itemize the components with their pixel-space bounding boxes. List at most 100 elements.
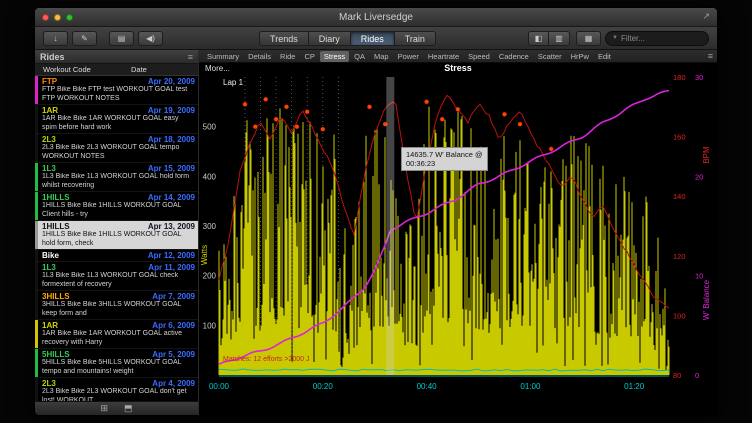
tab-power[interactable]: Power [394,51,423,62]
workout-code-label: FTP [42,77,57,86]
workout-code-label: 1AR [42,321,58,330]
ride-list-item[interactable]: 1L3 Apr 11, 2009 1L3 Bike Bike 1L3 WORKO… [35,262,198,291]
ride-list-item[interactable]: 1L3 Apr 15, 2009 1L3 Bike Bike 1L3 WORKO… [35,163,198,192]
ride-list-item[interactable]: 1HILLS Apr 14, 2009 1HILLS Bike Bike 1HI… [35,192,198,221]
tab-ride[interactable]: Ride [276,51,299,62]
workout-code-label: 2L3 [42,135,56,144]
filter-field[interactable]: ▼ Filter... [605,31,709,46]
ride-date-label: Apr 11, 2009 [148,263,195,272]
sidebar-title: Rides [40,52,65,62]
ride-list[interactable]: FTP Apr 20, 2009 FTP Bike Bike FTP test … [35,76,198,401]
chart-tab-bar: SummaryDetailsRideCPStressQAMapPowerHear… [199,50,717,63]
view-tab-rides[interactable]: Rides [351,31,395,46]
traffic-lights [42,14,73,21]
toolbar: ↓ ✎ ▤ ◀) TrendsDiaryRidesTrain ◧ ▥ ▦ ▼ F… [35,27,717,50]
folder-icon[interactable]: ⬒ [124,403,133,414]
tab-speed[interactable]: Speed [464,51,494,62]
fullscreen-icon[interactable]: ↗ [702,11,710,22]
window-title: Mark Liversedge [35,12,717,23]
grid-icon: ▦ [585,34,593,43]
tab-heartrate[interactable]: Heartrate [424,51,463,62]
grid-view-icon[interactable]: ⊞ [100,403,108,414]
svg-text:W' Balance: W' Balance [702,279,711,320]
stress-chart[interactable]: 1002003004005008010012014016018001020300… [199,75,718,415]
tab-hrpw[interactable]: HrPw [567,51,593,62]
ride-list-item[interactable]: FTP Apr 20, 2009 FTP Bike Bike FTP test … [35,76,198,105]
workout-code-label: 3HILLS [42,292,70,301]
app-window: Mark Liversedge ↗ ↓ ✎ ▤ ◀) TrendsDiaryRi… [34,7,718,416]
ride-description: 1HILLS Bike Bike 1HILLS WORKOUT GOAL Cli… [42,202,195,219]
sidebar-toggle-button[interactable]: ▤ [109,31,134,46]
ride-date-label: Apr 7, 2009 [152,292,195,301]
layout-single-button[interactable]: ◧ [528,31,549,46]
ride-list-item[interactable]: Bike Apr 12, 2009 [35,250,198,262]
ride-date-label: Apr 6, 2009 [152,321,195,330]
svg-text:400: 400 [203,172,217,181]
svg-text:BPM: BPM [702,146,711,164]
svg-text:01:00: 01:00 [520,382,541,391]
svg-text:0: 0 [695,371,699,380]
close-button[interactable] [42,14,49,21]
tooltip-line2: 00:36:23 [406,159,483,168]
ride-description: 1AR Bike Bike 1AR WORKOUT GOAL easy spim… [42,115,195,132]
ride-list-item[interactable]: 1HILLS Apr 13, 2009 1HILLS Bike Bike 1HI… [35,221,198,250]
sidebar-icon: ▤ [118,34,126,43]
ride-list-item[interactable]: 3HILLS Apr 7, 2009 3HILLS Bike Bike 3HIL… [35,291,198,320]
tab-cadence[interactable]: Cadence [495,51,533,62]
tooltip-line1: 14635.7 W' Balance @ [406,150,483,159]
zoom-button[interactable] [66,14,73,21]
tab-scatter[interactable]: Scatter [534,51,566,62]
compose-button[interactable]: ✎ [72,31,97,46]
wbal-tooltip: 14635.7 W' Balance @ 00:36:23 [401,147,488,171]
ride-date-label: Apr 15, 2009 [148,164,195,173]
ride-list-item[interactable]: 1AR Apr 19, 2009 1AR Bike Bike 1AR WORKO… [35,105,198,134]
view-tab-train[interactable]: Train [395,31,436,46]
sidebar-header[interactable]: Rides ≡ [35,50,198,64]
tab-summary[interactable]: Summary [203,51,243,62]
column-headers[interactable]: Workout Code Date [35,64,198,76]
title-bar[interactable]: Mark Liversedge ↗ [35,8,717,27]
audio-button[interactable]: ◀) [138,31,163,46]
chart-menu-icon[interactable]: ≡ [708,51,713,61]
view-tab-trends[interactable]: Trends [259,31,309,46]
column-date[interactable]: Date [131,65,147,74]
grid-view-button[interactable]: ▦ [576,31,601,46]
speaker-icon: ◀) [146,34,155,43]
ride-date-label: Apr 14, 2009 [148,193,195,202]
chart-header: More... Stress [199,63,717,75]
workout-code-label: 1AR [42,106,58,115]
layout-buttons: ◧ ▥ [528,31,570,46]
ride-date-label: Apr 20, 2009 [148,77,195,86]
svg-text:140: 140 [673,192,686,201]
svg-text:Matches: 12 efforts >2000 J: Matches: 12 efforts >2000 J [223,356,309,363]
workout-code-label: 2L3 [42,379,56,388]
ride-description: 2L3 Bike Bike 2L3 WORKOUT GOAL tempo WOR… [42,144,195,161]
layout-tiled-button[interactable]: ▥ [549,31,570,46]
column-workout-code[interactable]: Workout Code [35,65,131,74]
filter-placeholder: Filter... [621,34,645,43]
workout-code-label: 1L3 [42,263,56,272]
ride-date-label: Apr 13, 2009 [148,222,195,231]
tab-qa[interactable]: QA [350,51,369,62]
minimize-button[interactable] [54,14,61,21]
tab-details[interactable]: Details [244,51,275,62]
svg-text:100: 100 [203,321,217,330]
svg-text:180: 180 [673,75,686,82]
tab-edit[interactable]: Edit [594,51,615,62]
tab-stress[interactable]: Stress [320,51,349,62]
ride-list-item[interactable]: 2L3 Apr 18, 2009 2L3 Bike Bike 2L3 WORKO… [35,134,198,163]
ride-list-item[interactable]: 1AR Apr 6, 2009 1AR Bike Bike 1AR WORKOU… [35,320,198,349]
view-tabs: TrendsDiaryRidesTrain [259,31,436,46]
sidebar-menu-icon[interactable]: ≡ [188,52,193,62]
svg-text:00:40: 00:40 [417,382,438,391]
svg-text:00:20: 00:20 [313,382,334,391]
ride-date-label: Apr 18, 2009 [148,135,195,144]
ride-list-item[interactable]: 2L3 Apr 4, 2009 2L3 Bike Bike 2L3 WORKOU… [35,378,198,401]
tab-map[interactable]: Map [370,51,393,62]
download-icon: ↓ [54,34,58,43]
view-tab-diary[interactable]: Diary [309,31,351,46]
tab-cp[interactable]: CP [300,51,318,62]
download-button[interactable]: ↓ [43,31,68,46]
ride-description: 2L3 Bike Bike 2L3 WORKOUT GOAL don't get… [42,388,195,401]
ride-list-item[interactable]: 5HILLS Apr 5, 2009 5HILLS Bike Bike 5HIL… [35,349,198,378]
